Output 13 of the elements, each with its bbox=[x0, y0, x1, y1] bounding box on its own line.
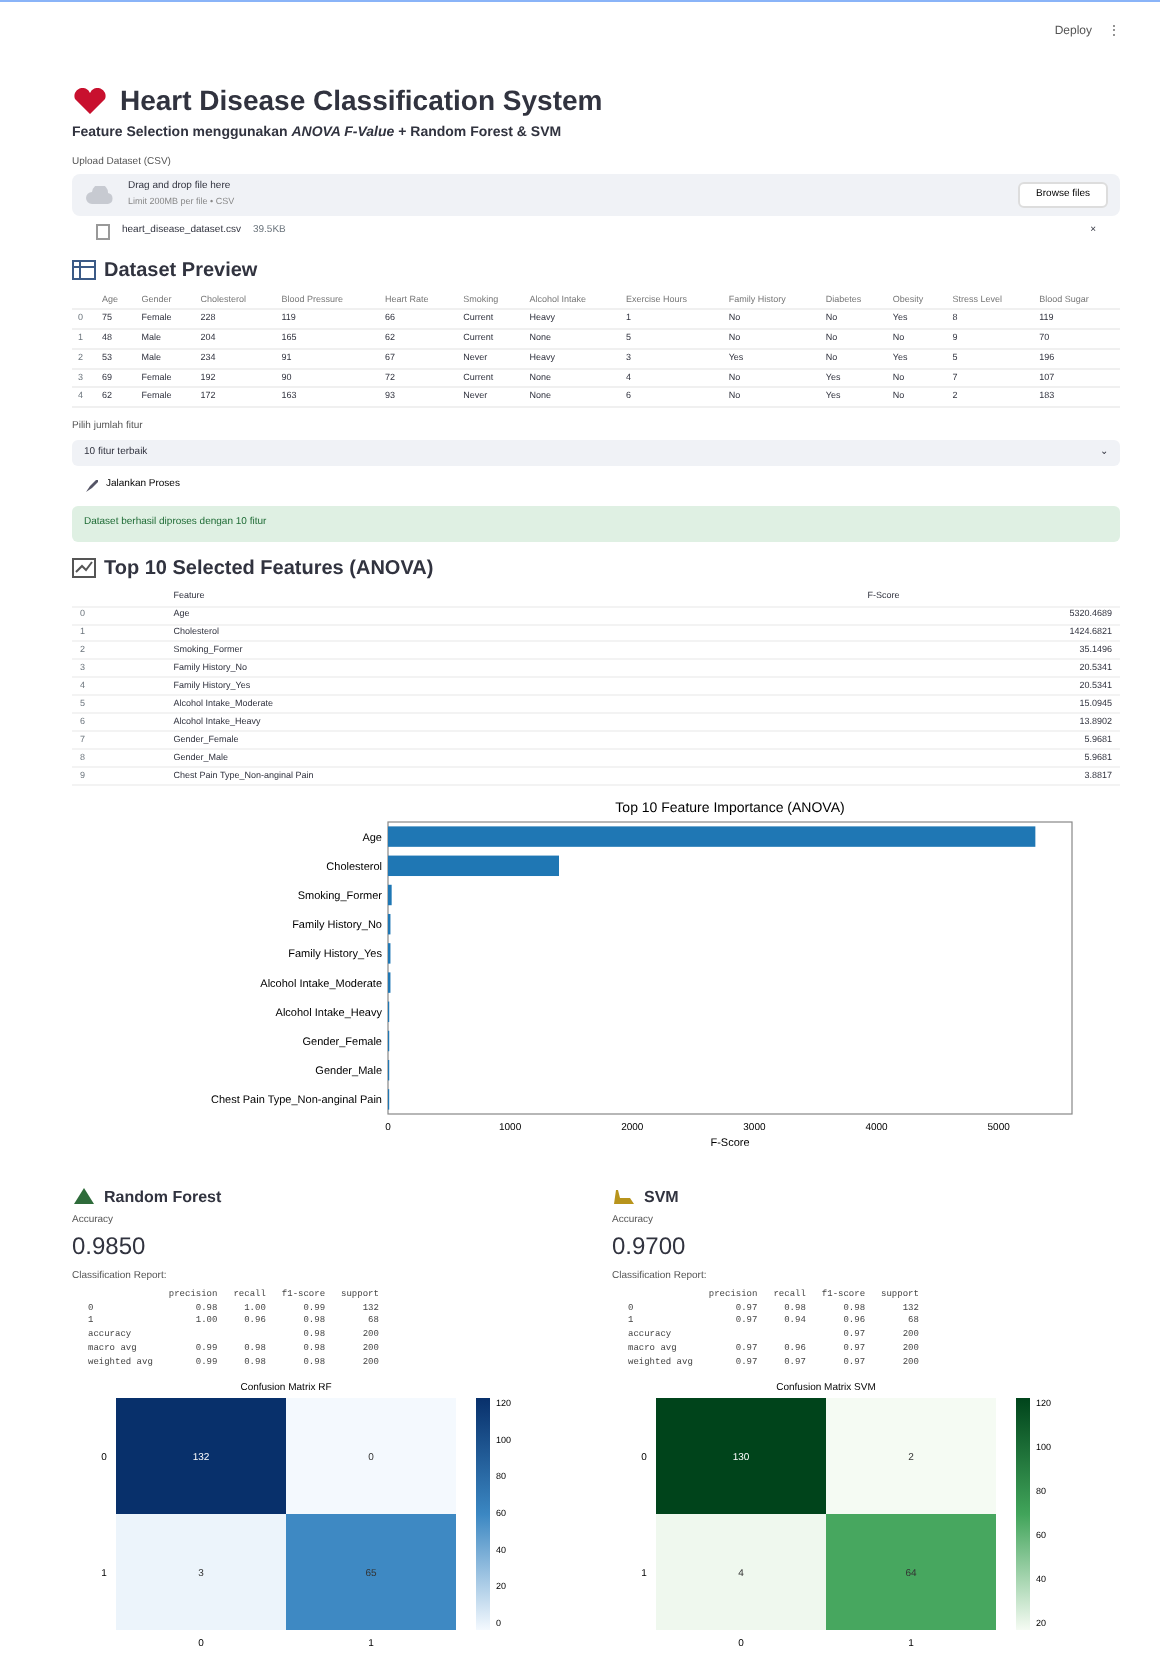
model-heading: Random Forest bbox=[104, 1185, 222, 1210]
heart-icon bbox=[72, 87, 108, 116]
metric-value: 0.9700 bbox=[612, 1230, 688, 1265]
metric-value: 0.9850 bbox=[72, 1230, 148, 1265]
file-icon bbox=[96, 223, 110, 240]
tree-icon bbox=[72, 1188, 96, 1207]
table-icon bbox=[72, 260, 96, 281]
page-title: Heart Disease Classification System bbox=[120, 86, 603, 117]
model-heading: SVM bbox=[644, 1185, 679, 1210]
chart-icon bbox=[72, 558, 96, 579]
section-heading: Top 10 Selected Features (ANOVA) bbox=[104, 555, 434, 584]
section-heading: Dataset Preview bbox=[104, 257, 258, 286]
cloud-icon bbox=[84, 185, 116, 206]
